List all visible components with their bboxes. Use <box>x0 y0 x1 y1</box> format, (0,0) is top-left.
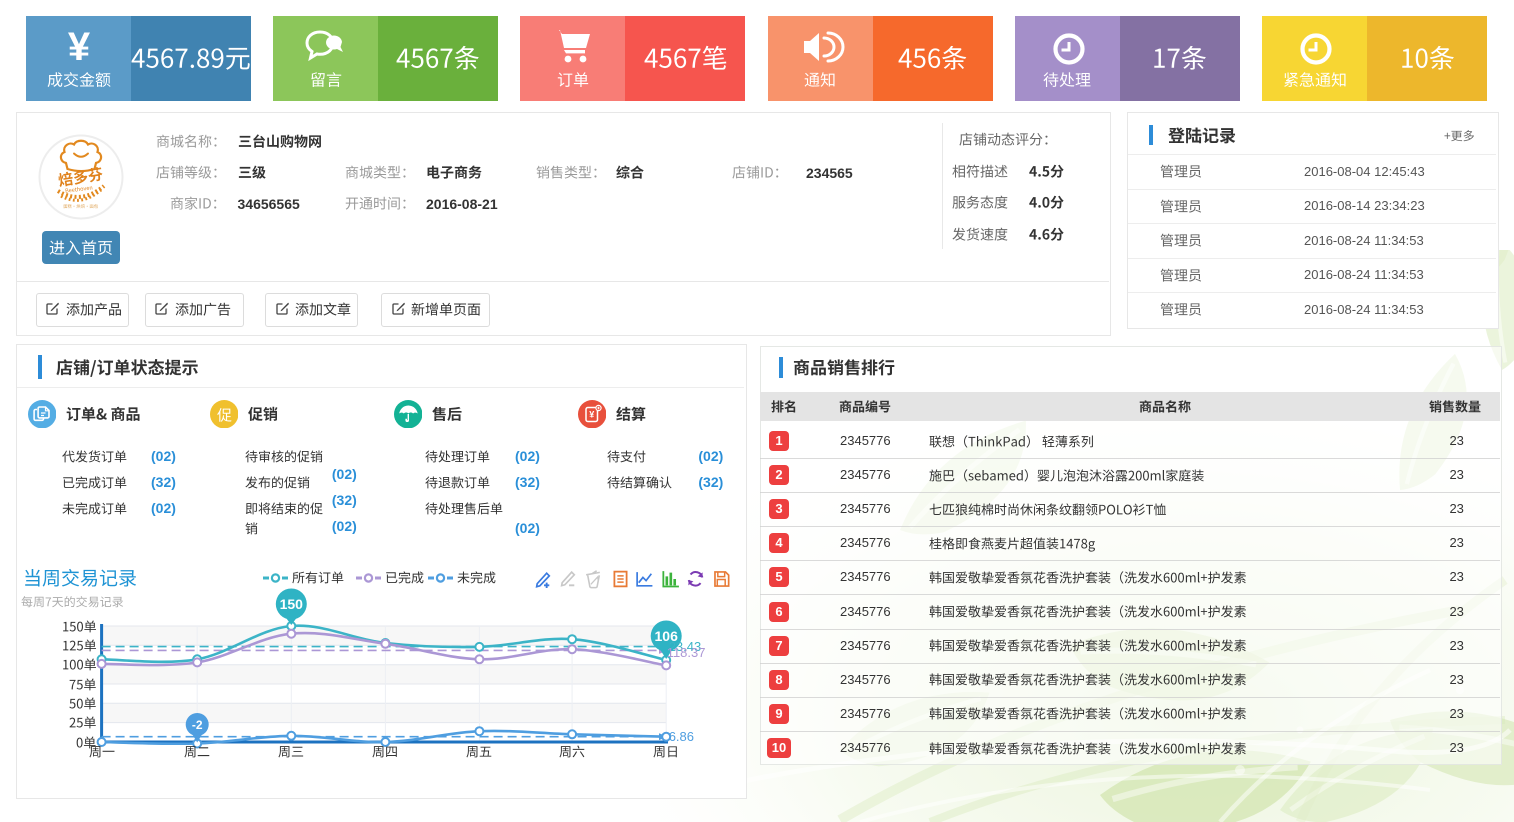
svg-text:¥: ¥ <box>589 410 594 420</box>
svg-text:-2: -2 <box>192 718 203 732</box>
svg-text:150: 150 <box>280 596 304 612</box>
svg-text:¥: ¥ <box>68 25 91 69</box>
